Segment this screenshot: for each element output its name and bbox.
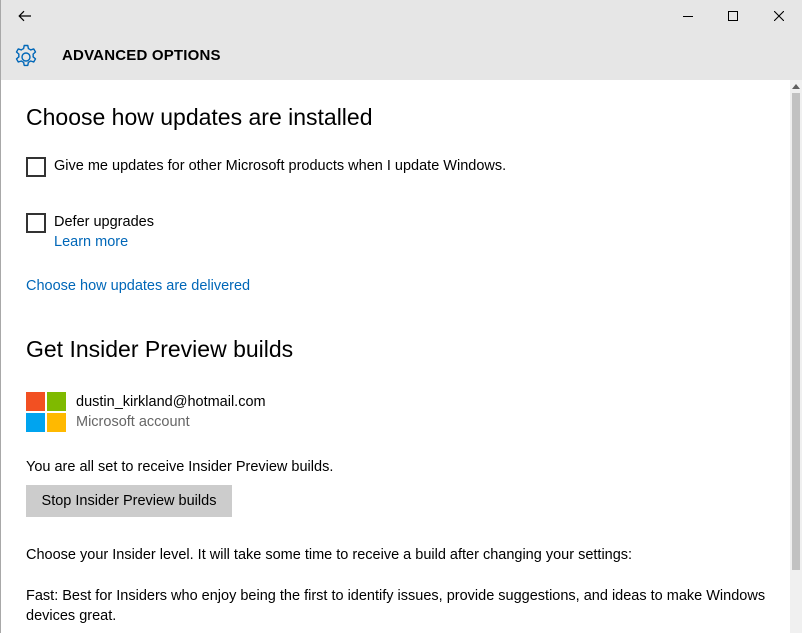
maximize-icon: [728, 11, 738, 21]
gear-icon: [15, 44, 37, 67]
logo-red-square: [26, 392, 45, 411]
ms-products-checkbox[interactable]: [26, 157, 46, 177]
logo-yellow-square: [47, 413, 66, 432]
page-title: ADVANCED OPTIONS: [62, 47, 221, 64]
maximize-button[interactable]: [710, 0, 756, 32]
ms-products-checkbox-label[interactable]: Give me updates for other Microsoft prod…: [54, 158, 506, 174]
settings-window: ADVANCED OPTIONS Choose how updates are …: [0, 0, 802, 633]
logo-green-square: [47, 392, 66, 411]
microsoft-account-logo: [26, 392, 66, 432]
minimize-icon: [683, 16, 693, 17]
stop-insider-builds-button[interactable]: Stop Insider Preview builds: [26, 485, 232, 517]
scrollbar-thumb[interactable]: [792, 93, 800, 570]
close-button[interactable]: [756, 0, 802, 32]
fast-ring-description: Fast: Best for Insiders who enjoy being …: [26, 588, 766, 624]
delivery-options-link[interactable]: Choose how updates are delivered: [26, 278, 250, 294]
section-heading-updates: Choose how updates are installed: [26, 104, 373, 130]
account-type: Microsoft account: [76, 414, 190, 430]
defer-upgrades-checkbox-label[interactable]: Defer upgrades: [54, 214, 154, 230]
chevron-up-icon: [792, 83, 800, 89]
scroll-up-button[interactable]: [790, 80, 802, 92]
account-email: dustin_kirkland@hotmail.com: [76, 394, 266, 410]
vertical-scrollbar[interactable]: [790, 80, 802, 633]
insider-status-text: You are all set to receive Insider Previ…: [26, 459, 334, 475]
learn-more-link[interactable]: Learn more: [54, 234, 128, 250]
logo-blue-square: [26, 413, 45, 432]
close-icon: [774, 11, 784, 21]
minimize-button[interactable]: [665, 0, 711, 32]
insider-level-intro: Choose your Insider level. It will take …: [26, 547, 633, 563]
back-button[interactable]: [9, 2, 41, 30]
content-pane: Choose how updates are installed Give me…: [1, 80, 790, 633]
page-header: ADVANCED OPTIONS: [1, 32, 802, 80]
back-arrow-icon: [18, 10, 31, 22]
section-heading-insider: Get Insider Preview builds: [26, 336, 294, 362]
defer-upgrades-checkbox[interactable]: [26, 213, 46, 233]
title-bar: [1, 0, 802, 32]
